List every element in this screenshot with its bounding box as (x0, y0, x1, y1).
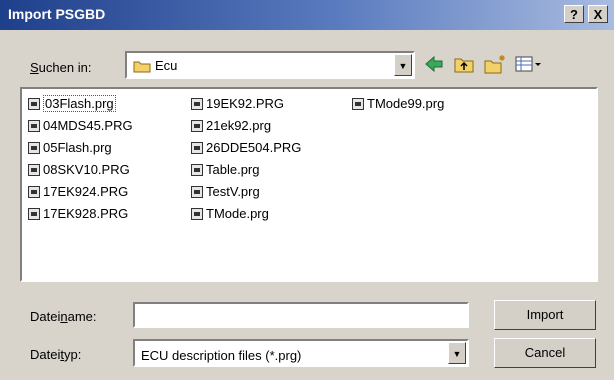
file-icon (191, 186, 203, 198)
file-icon (191, 98, 203, 110)
filetype-value: ECU description files (*.prg) (141, 348, 302, 363)
chevron-down-icon[interactable]: ▼ (448, 342, 466, 364)
file-icon (28, 186, 40, 198)
file-item[interactable]: 05Flash.prg (28, 139, 112, 157)
file-icon (352, 98, 364, 110)
file-icon (191, 142, 203, 154)
file-item[interactable]: TestV.prg (191, 183, 260, 201)
file-item[interactable]: 21ek92.prg (191, 117, 271, 135)
file-icon (28, 98, 40, 110)
filetype-dropdown[interactable]: ECU description files (*.prg) ▼ (133, 339, 469, 367)
file-icon (28, 142, 40, 154)
file-icon (191, 120, 203, 132)
chevron-down-icon[interactable]: ▼ (394, 54, 412, 76)
up-folder-icon[interactable] (453, 53, 475, 75)
file-icon (28, 164, 40, 176)
file-icon (191, 208, 203, 220)
file-item[interactable]: 26DDE504.PRG (191, 139, 301, 157)
look-in-dropdown[interactable]: Ecu ▼ (125, 51, 415, 79)
window-title: Import PSGBD (8, 6, 106, 22)
folder-icon (133, 61, 151, 73)
back-arrow-icon[interactable] (423, 53, 445, 75)
import-button[interactable]: Import (494, 300, 596, 330)
file-item[interactable]: 04MDS45.PRG (28, 117, 133, 135)
file-item[interactable]: 17EK928.PRG (28, 205, 128, 223)
file-item[interactable]: 03Flash.prg (28, 95, 116, 113)
view-menu-icon[interactable] (514, 53, 544, 75)
help-button[interactable]: ? (564, 5, 584, 23)
file-icon (28, 208, 40, 220)
look-in-value: Ecu (155, 58, 178, 73)
look-in-label: Suchen in: (30, 60, 92, 75)
file-icon (191, 164, 203, 176)
file-item[interactable]: 17EK924.PRG (28, 183, 128, 201)
filetype-label: Dateityp: (30, 347, 82, 362)
file-item[interactable]: Table.prg (191, 161, 259, 179)
file-item[interactable]: 19EK92.PRG (191, 95, 284, 113)
file-list[interactable]: 03Flash.prg 04MDS45.PRG 05Flash.prg 08SK… (20, 87, 598, 282)
title-bar: Import PSGBD ? X (0, 0, 614, 30)
file-item[interactable]: 08SKV10.PRG (28, 161, 130, 179)
filename-label: Dateiname: (30, 309, 97, 324)
new-folder-icon[interactable] (483, 53, 507, 75)
close-button[interactable]: X (588, 5, 608, 23)
file-item[interactable]: TMode99.prg (352, 95, 444, 113)
cancel-button[interactable]: Cancel (494, 338, 596, 368)
file-item[interactable]: TMode.prg (191, 205, 269, 223)
filename-input[interactable] (133, 302, 469, 328)
file-icon (28, 120, 40, 132)
